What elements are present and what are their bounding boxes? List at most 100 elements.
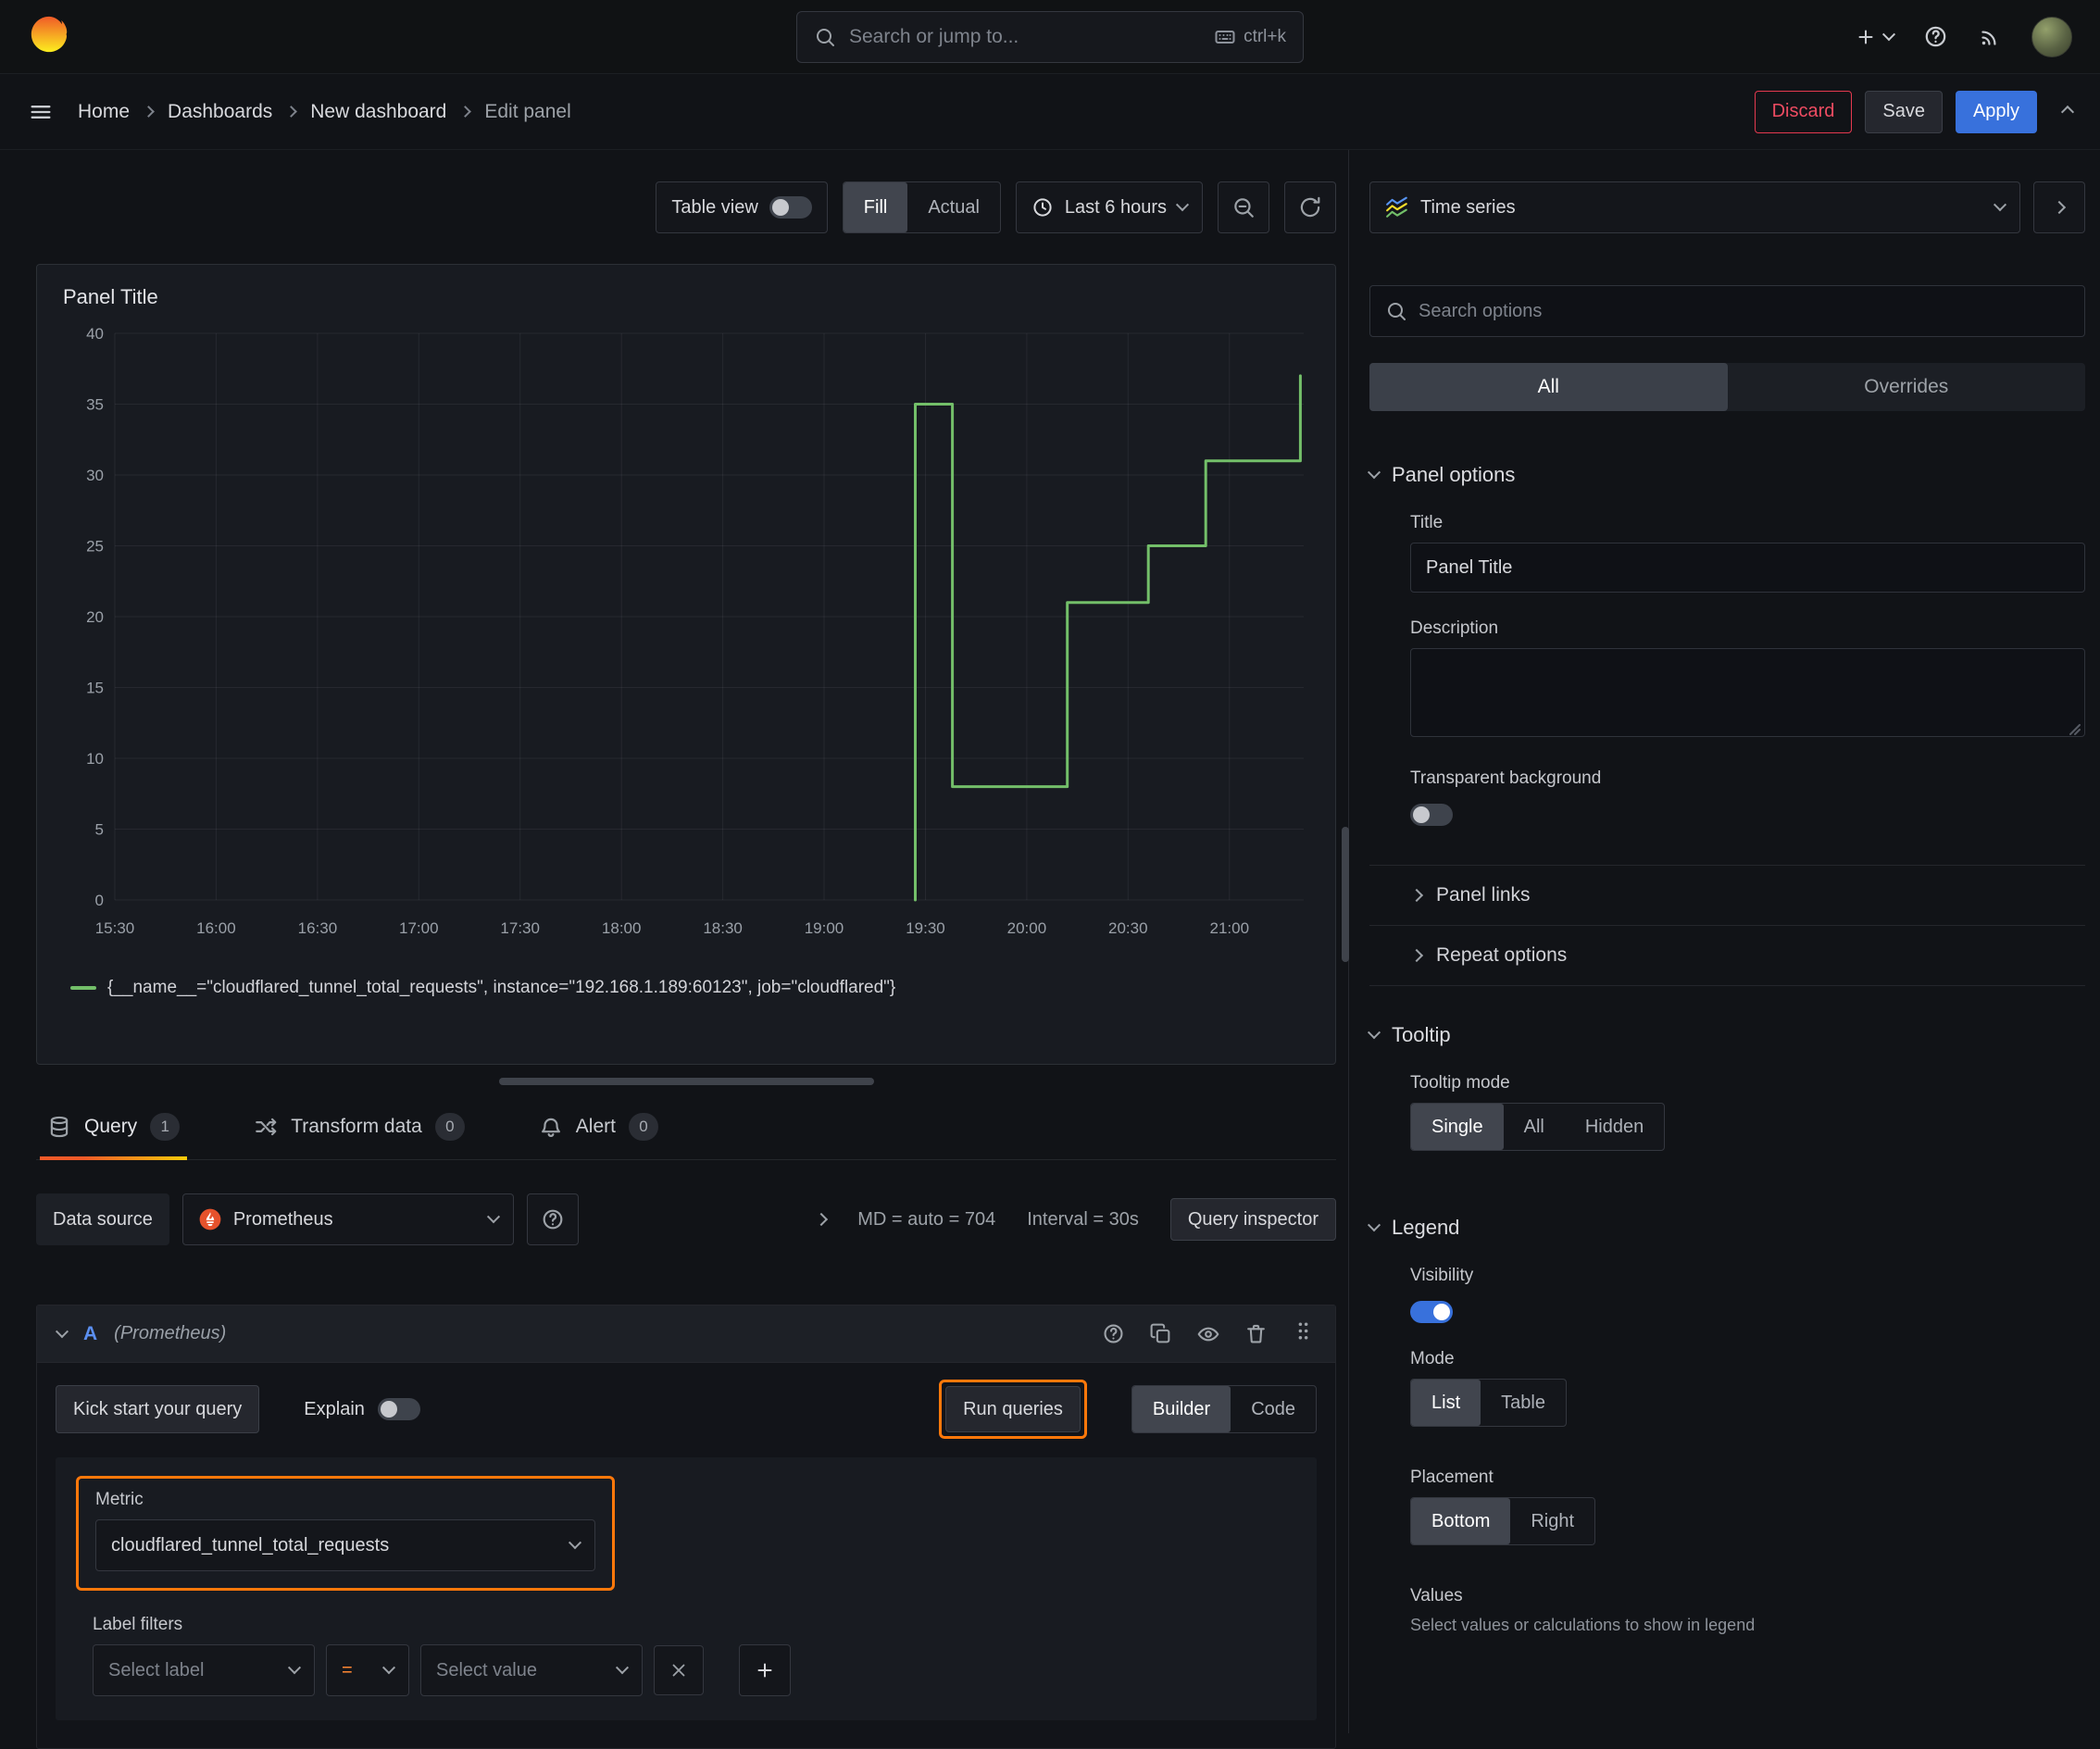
trash-icon [1247, 1324, 1265, 1343]
database-icon [50, 1116, 69, 1138]
grafana-logo-icon[interactable] [28, 13, 70, 61]
save-button[interactable]: Save [1865, 90, 1943, 133]
datasource-help-button[interactable] [526, 1193, 579, 1245]
collapse-header-button[interactable] [2060, 101, 2075, 122]
datasource-label: Data source [36, 1193, 169, 1245]
copy-icon [1150, 1323, 1170, 1343]
legend-values-hint: Select values or calculations to show in… [1410, 1616, 1756, 1634]
drag-handle[interactable] [1292, 1319, 1315, 1348]
legend-visibility-switch[interactable] [1410, 1301, 1453, 1323]
add-filter-button[interactable] [739, 1644, 791, 1696]
tooltip-mode-all[interactable]: All [1504, 1104, 1565, 1150]
options-collapse-button[interactable] [2033, 181, 2085, 233]
query-options-toggle[interactable] [815, 1212, 829, 1227]
options-search-input[interactable] [1419, 300, 2069, 322]
label-filters-label: Label filters [93, 1615, 183, 1634]
svg-text:35: 35 [86, 396, 104, 414]
breadcrumb-item-dashboards[interactable]: Dashboards [168, 101, 272, 123]
hamburger-icon [31, 105, 51, 119]
panel-options-header[interactable]: Panel options [1367, 463, 2085, 487]
breadcrumb-item-home[interactable]: Home [78, 101, 130, 123]
options-search[interactable] [1369, 285, 2085, 337]
table-view-label: Table view [671, 196, 758, 218]
table-view-switch[interactable] [769, 196, 812, 219]
query-editor-header[interactable]: A (Prometheus) [37, 1306, 1335, 1363]
menu-toggle-button[interactable] [28, 99, 54, 125]
options-tab-overrides[interactable]: Overrides [1728, 363, 2086, 411]
user-avatar[interactable] [2031, 16, 2072, 57]
svg-text:20:30: 20:30 [1108, 919, 1148, 937]
panel-title-input[interactable] [1410, 543, 2085, 593]
remove-filter-button[interactable] [654, 1645, 704, 1695]
label-filter-operator-select[interactable]: = [326, 1644, 409, 1696]
svg-text:5: 5 [95, 821, 104, 839]
query-options-md: MD = auto = 704 [857, 1208, 996, 1230]
legend-series-label[interactable]: {__name__="cloudflared_tunnel_total_requ… [107, 978, 895, 998]
query-inspector-button[interactable]: Query inspector [1169, 1198, 1336, 1241]
code-option[interactable]: Code [1231, 1386, 1316, 1432]
transparent-background-switch[interactable] [1410, 804, 1453, 826]
global-search[interactable]: ctrl+k [796, 10, 1304, 63]
time-range-picker[interactable]: Last 6 hours [1015, 181, 1203, 233]
vertical-scrollbar[interactable] [1342, 827, 1349, 962]
apply-button[interactable]: Apply [1955, 90, 2037, 133]
news-button[interactable] [1978, 25, 2002, 49]
close-icon [672, 1664, 685, 1677]
chevron-down-icon [1367, 1218, 1381, 1232]
new-item-button[interactable] [1855, 26, 1896, 48]
table-view-toggle-group[interactable]: Table view [656, 181, 828, 233]
repeat-options-label: Repeat options [1436, 944, 1568, 966]
zoom-out-button[interactable] [1218, 181, 1269, 233]
label-filter-value-select[interactable]: Select value [420, 1644, 643, 1696]
resize-handle-icon[interactable] [2069, 724, 2081, 735]
tooltip-mode-single[interactable]: Single [1411, 1104, 1504, 1150]
datasource-picker[interactable]: Prometheus [181, 1193, 514, 1245]
promql-builder: Metric cloudflared_tunnel_total_requests… [56, 1457, 1317, 1720]
chevron-down-icon [486, 1210, 500, 1224]
horizontal-scrollbar[interactable] [498, 1078, 874, 1085]
label-filter-label-select[interactable]: Select label [93, 1644, 315, 1696]
delete-query-button[interactable] [1244, 1322, 1268, 1345]
help-button[interactable] [1923, 24, 1948, 49]
panel-links-label: Panel links [1436, 884, 1531, 906]
visualization-picker[interactable]: Time series [1369, 181, 2020, 233]
fill-option[interactable]: Fill [843, 182, 908, 232]
tab-transform-data[interactable]: Transform data 0 [246, 1106, 472, 1159]
chevron-down-icon [568, 1536, 582, 1550]
panel-links-row[interactable]: Panel links [1369, 865, 2085, 925]
legend-placement-right[interactable]: Right [1510, 1498, 1594, 1544]
legend-placement-bottom[interactable]: Bottom [1411, 1498, 1511, 1544]
legend-mode-table[interactable]: Table [1481, 1380, 1566, 1426]
tab-alert[interactable]: Alert 0 [531, 1106, 666, 1159]
builder-option[interactable]: Builder [1131, 1386, 1231, 1432]
svg-text:15:30: 15:30 [95, 919, 135, 937]
description-textarea[interactable] [1410, 648, 2085, 737]
run-queries-button[interactable]: Run queries [945, 1386, 1081, 1432]
explain-toggle-group: Explain [304, 1398, 420, 1420]
tooltip-section-header[interactable]: Tooltip [1367, 1023, 2085, 1047]
time-series-chart[interactable]: 15:30 16:00 16:30 17:00 17:30 18:00 18:30 19:00… [61, 319, 1311, 967]
kick-start-button[interactable]: Kick start your query [56, 1385, 260, 1433]
refresh-button[interactable] [1284, 181, 1336, 233]
toggle-query-visibility-button[interactable] [1196, 1322, 1220, 1346]
repeat-options-row[interactable]: Repeat options [1369, 925, 2085, 986]
tooltip-mode-hidden[interactable]: Hidden [1565, 1104, 1664, 1150]
discard-button[interactable]: Discard [1754, 90, 1853, 133]
query-help-button[interactable] [1102, 1322, 1125, 1345]
legend-section-header[interactable]: Legend [1367, 1216, 2085, 1240]
chevron-down-icon [1881, 27, 1896, 41]
metric-select[interactable]: cloudflared_tunnel_total_requests [95, 1519, 595, 1571]
actual-option[interactable]: Actual [907, 182, 1000, 232]
keyboard-shortcut-badge: ctrl+k [1214, 26, 1286, 48]
explain-switch[interactable] [377, 1398, 420, 1420]
breadcrumb-item-new-dashboard[interactable]: New dashboard [310, 101, 446, 123]
annotation-run-queries: Run queries [939, 1380, 1087, 1439]
tab-query[interactable]: Query 1 [40, 1106, 188, 1160]
query-ref-id: A [83, 1322, 98, 1344]
query-collapse-chevron[interactable] [55, 1324, 69, 1338]
legend-mode-list[interactable]: List [1411, 1380, 1481, 1426]
duplicate-query-button[interactable] [1149, 1322, 1172, 1345]
chevron-down-icon [1175, 198, 1190, 212]
global-search-input[interactable] [849, 25, 1202, 48]
options-tab-all[interactable]: All [1369, 363, 1728, 411]
